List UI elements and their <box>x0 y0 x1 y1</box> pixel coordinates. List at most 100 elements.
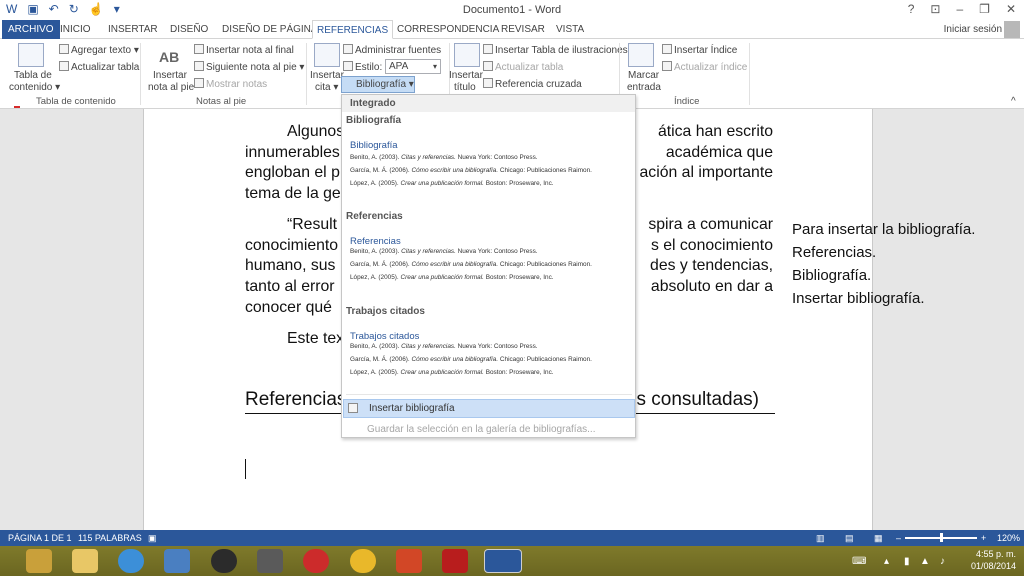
toc-label-2[interactable]: contenido ▾ <box>9 82 60 93</box>
tab-revisar[interactable]: REVISAR <box>497 20 549 39</box>
zoom-slider-handle[interactable] <box>940 533 943 542</box>
revision-mark <box>14 106 20 108</box>
window-title: Documento1 - Word <box>462 4 562 16</box>
zoom-in-button[interactable]: + <box>981 530 986 546</box>
zoom-out-button[interactable]: – <box>896 530 901 546</box>
add-text-button[interactable]: Agregar texto ▾ <box>59 44 139 56</box>
group-label-footnotes: Notas al pie <box>196 96 247 107</box>
media-icon[interactable] <box>164 549 190 573</box>
update-figures-table-button[interactable]: Actualizar tabla <box>483 61 563 73</box>
gallery-item-trabajos-citados[interactable]: Trabajos citados Benito, A. (2003). Cita… <box>342 328 635 380</box>
page-count[interactable]: PÁGINA 1 DE 1 <box>8 530 72 546</box>
insert-citation-icon[interactable] <box>314 43 340 67</box>
battery-icon[interactable]: ▮ <box>904 556 910 567</box>
footnote-icon[interactable]: AB <box>159 49 179 65</box>
entry-line: García, M. Á. (2006). Cómo escribir una … <box>350 261 592 268</box>
insert-footnote-label-2[interactable]: nota al pie <box>148 82 194 93</box>
insert-caption-icon[interactable] <box>454 43 480 67</box>
restore-icon[interactable]: ❐ <box>979 2 990 16</box>
insert-footnote-label-1[interactable]: Insertar <box>153 70 187 81</box>
update-table-button[interactable]: Actualizar tabla <box>59 61 139 73</box>
read-mode-icon[interactable]: ▥ <box>816 530 825 546</box>
bibliography-dropdown: Integrado Bibliografía Bibliografía Beni… <box>341 94 636 438</box>
tab-referencias[interactable]: REFERENCIAS <box>312 20 394 39</box>
bibliography-button[interactable]: Bibliografía ▾ <box>341 76 415 93</box>
separator <box>749 43 750 105</box>
chrome-icon[interactable] <box>350 549 376 573</box>
mark-entry-icon[interactable] <box>628 43 654 67</box>
insert-citation-label-1[interactable]: Insertar <box>310 70 344 81</box>
note-line: Insertar bibliografía. <box>792 290 925 307</box>
volume-icon[interactable]: ♪ <box>940 556 945 567</box>
next-footnote-icon <box>194 61 204 71</box>
word-count[interactable]: 115 PALABRAS <box>78 530 142 546</box>
entry-line: García, M. Á. (2006). Cómo escribir una … <box>350 167 592 174</box>
tab-diseno[interactable]: DISEÑO <box>166 20 212 39</box>
ie-icon[interactable] <box>118 549 144 573</box>
acrobat-icon[interactable] <box>442 549 468 573</box>
tab-archivo[interactable]: ARCHIVO <box>2 20 60 39</box>
tray-chevron-icon[interactable]: ▴ <box>884 556 889 567</box>
help-icon[interactable]: ? <box>908 2 915 16</box>
table-of-contents-icon[interactable] <box>18 43 44 67</box>
insert-bibliography-item[interactable]: Insertar bibliografía <box>343 399 635 418</box>
update-figures-icon <box>483 61 493 71</box>
web-layout-icon[interactable]: ▦ <box>874 530 883 546</box>
update-index-icon <box>662 61 672 71</box>
update-table-icon <box>59 61 69 71</box>
sign-in-link[interactable]: Iniciar sesión <box>944 24 1002 35</box>
gallery-item-referencias[interactable]: Referencias Benito, A. (2003). Citas y r… <box>342 233 635 285</box>
proofing-icon[interactable]: ▣ <box>148 530 157 546</box>
print-layout-icon[interactable]: ▤ <box>845 530 854 546</box>
toc-label-1[interactable]: Tabla de <box>14 70 52 81</box>
insert-table-of-figures-button[interactable]: Insertar Tabla de ilustraciones <box>483 44 628 56</box>
network-icon[interactable]: ▲ <box>920 556 930 567</box>
app-icon[interactable] <box>26 549 52 573</box>
table-of-figures-icon <box>483 44 493 54</box>
note-line: Bibliografía. <box>792 267 872 284</box>
tab-correspondencia[interactable]: CORRESPONDENCIA <box>393 20 503 39</box>
insert-index-button[interactable]: Insertar Índice <box>662 44 737 56</box>
clock[interactable]: 4:55 p. m. 01/08/2014 <box>971 548 1016 572</box>
tab-vista[interactable]: VISTA <box>552 20 588 39</box>
gallery-item-bibliografia[interactable]: Bibliografía Benito, A. (2003). Citas y … <box>342 137 635 189</box>
word-icon[interactable] <box>484 549 522 573</box>
mark-entry-label-1[interactable]: Marcar <box>628 70 659 81</box>
note-line: Referencias. <box>792 244 877 261</box>
entry-line: López, A. (2005). Crear una publicación … <box>350 369 554 376</box>
collapse-ribbon-icon[interactable]: ^ <box>1011 96 1016 107</box>
separator <box>306 43 307 105</box>
insert-endnote-button[interactable]: Insertar nota al final <box>194 44 294 56</box>
speaker-icon[interactable] <box>211 549 237 573</box>
powerpoint-icon[interactable] <box>396 549 422 573</box>
gallery-category: Referencias <box>346 211 403 222</box>
save-to-gallery-item[interactable]: Guardar la selección en la galería de bi… <box>367 424 595 435</box>
user-avatar[interactable] <box>1004 21 1020 38</box>
close-icon[interactable]: ✕ <box>1006 2 1016 16</box>
folder-icon[interactable] <box>72 549 98 573</box>
insert-caption-label-1[interactable]: Insertar <box>449 70 483 81</box>
show-notes-button[interactable]: Mostrar notas <box>194 78 267 90</box>
clock-date: 01/08/2014 <box>970 561 1016 571</box>
style-select[interactable]: APA ▾ <box>385 59 441 74</box>
update-index-button[interactable]: Actualizar índice <box>662 61 747 73</box>
entry-line: Benito, A. (2003). Citas y referencias. … <box>350 343 538 350</box>
gallery-category: Trabajos citados <box>346 306 425 317</box>
status-bar: PÁGINA 1 DE 1 115 PALABRAS ▣ ▥ ▤ ▦ – + 1… <box>0 530 1024 546</box>
keyboard-icon[interactable]: ⌨ <box>852 556 866 567</box>
tab-diseno-pagina[interactable]: DISEÑO DE PÁGINA <box>218 20 322 39</box>
show-notes-icon <box>194 78 204 88</box>
insert-citation-label-2[interactable]: cita ▾ <box>315 82 338 93</box>
cross-reference-button[interactable]: Referencia cruzada <box>483 78 582 90</box>
next-footnote-button[interactable]: Siguiente nota al pie ▾ <box>194 61 304 73</box>
zoom-level[interactable]: 120% <box>997 530 1020 546</box>
minimize-icon[interactable]: – <box>956 2 963 16</box>
tab-insertar[interactable]: INSERTAR <box>104 20 162 39</box>
screen-icon[interactable] <box>257 549 283 573</box>
tab-inicio[interactable]: INICIO <box>56 20 95 39</box>
insert-caption-label-2[interactable]: título <box>454 82 476 93</box>
manage-sources-button[interactable]: Administrar fuentes <box>343 44 441 56</box>
mark-entry-label-2[interactable]: entrada <box>627 82 661 93</box>
power-icon[interactable] <box>303 549 329 573</box>
ribbon-options-icon[interactable]: ⊡ <box>930 2 940 16</box>
